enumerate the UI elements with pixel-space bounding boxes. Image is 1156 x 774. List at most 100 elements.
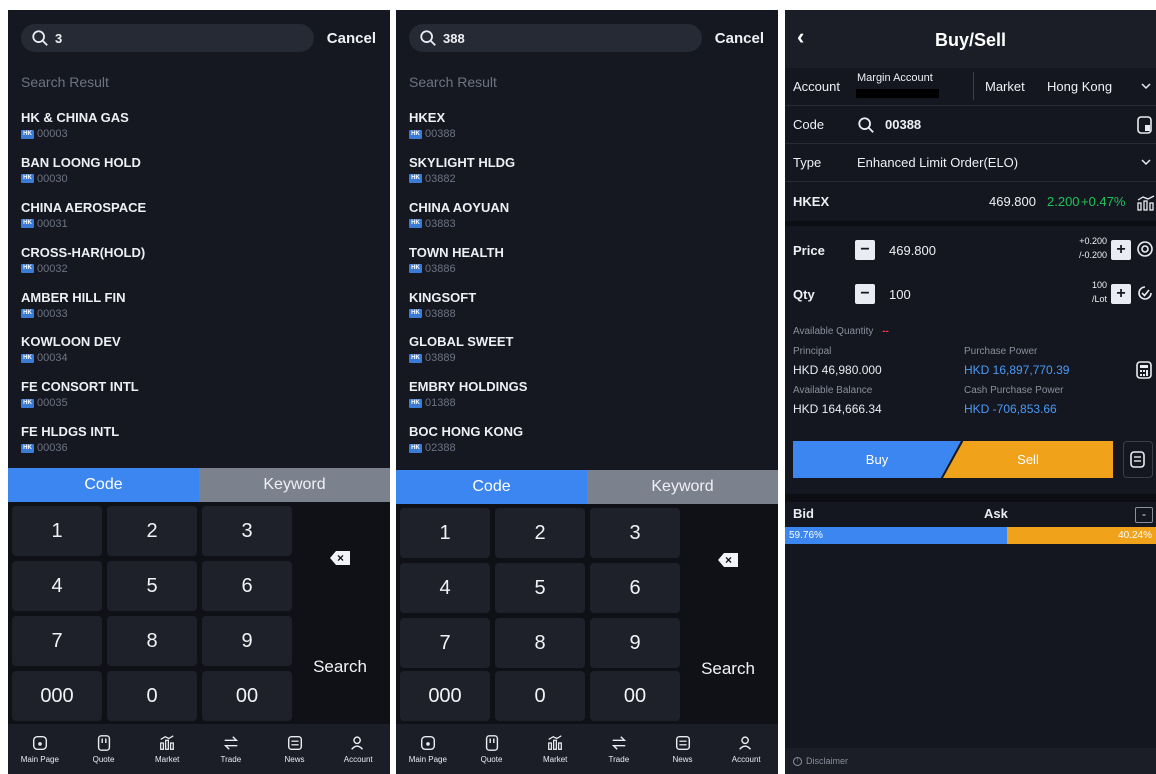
tab-keyword[interactable]: Keyword [587, 470, 778, 504]
price-plus-button[interactable]: + [1111, 240, 1131, 260]
qty-input[interactable]: 100 [889, 287, 911, 302]
key-000[interactable]: 000 [400, 671, 490, 721]
nav-account[interactable]: Account [326, 724, 390, 774]
key-9[interactable]: 9 [202, 616, 292, 666]
search-button[interactable]: Search [296, 614, 384, 720]
key-2[interactable]: 2 [107, 506, 197, 556]
key-4[interactable]: 4 [400, 563, 490, 613]
bottom-nav: Main Page Quote Market Trade News Accoun… [8, 724, 390, 774]
list-item[interactable]: FE CONSORT INTL HK 00035 [21, 379, 371, 424]
order-list-button[interactable] [1123, 441, 1153, 478]
price-minus-button[interactable]: − [855, 240, 875, 260]
key-6[interactable]: 6 [202, 561, 292, 611]
list-item[interactable]: BOC HONG KONG HK 02388 [409, 424, 759, 469]
cancel-button[interactable]: Cancel [715, 30, 764, 47]
calculator-icon[interactable] [1136, 361, 1152, 379]
key-8[interactable]: 8 [107, 616, 197, 666]
stock-code: 00032 [37, 262, 68, 275]
stock-code: 00031 [37, 217, 68, 230]
list-item[interactable]: HKEX HK 00388 [409, 110, 759, 155]
type-row[interactable]: Type Enhanced Limit Order(ELO) [785, 144, 1156, 182]
account-row[interactable]: Account Margin Account Market Hong Kong [785, 68, 1156, 106]
key-8[interactable]: 8 [495, 618, 585, 668]
key-00[interactable]: 00 [202, 671, 292, 721]
key-6[interactable]: 6 [590, 563, 680, 613]
list-item[interactable]: CHINA AOYUAN HK 03883 [409, 200, 759, 245]
nav-quote[interactable]: Quote [72, 724, 136, 774]
chart-icon[interactable] [1137, 195, 1155, 211]
info-icon: ! [793, 756, 802, 766]
key-1[interactable]: 1 [12, 506, 102, 556]
search-button[interactable]: Search [684, 616, 772, 722]
key-4[interactable]: 4 [12, 561, 102, 611]
key-2[interactable]: 2 [495, 508, 585, 558]
nav-market[interactable]: Market [135, 724, 199, 774]
key-7[interactable]: 7 [12, 616, 102, 666]
cancel-button[interactable]: Cancel [327, 30, 376, 47]
list-item[interactable]: EMBRY HOLDINGS HK 01388 [409, 379, 759, 424]
list-item[interactable]: BAN LOONG HOLD HK 00030 [21, 155, 371, 200]
list-item[interactable]: CROSS-HAR(HOLD) HK 00032 [21, 245, 371, 290]
tab-code[interactable]: Code [396, 470, 587, 504]
price-change: 2.200 [1047, 194, 1080, 209]
tab-code[interactable]: Code [8, 468, 199, 502]
stock-code: 01388 [425, 397, 456, 410]
key-3[interactable]: 3 [590, 508, 680, 558]
list-item[interactable]: SKYLIGHT HLDG HK 03882 [409, 155, 759, 200]
nav-trade[interactable]: Trade [199, 724, 263, 774]
qty-plus-button[interactable]: + [1111, 284, 1131, 304]
search-input[interactable]: 3 [21, 24, 314, 52]
key-3[interactable]: 3 [202, 506, 292, 556]
backspace-button[interactable]: × [296, 506, 384, 610]
nav-trade[interactable]: Trade [587, 724, 651, 774]
price-input[interactable]: 469.800 [889, 243, 936, 258]
key-5[interactable]: 5 [107, 561, 197, 611]
list-item[interactable]: KOWLOON DEV HK 00034 [21, 334, 371, 379]
backspace-button[interactable]: × [684, 508, 772, 612]
key-9[interactable]: 9 [590, 618, 680, 668]
list-item[interactable]: GLOBAL SWEET HK 03889 [409, 334, 759, 379]
stock-code: 03888 [425, 307, 456, 320]
nav-news[interactable]: News [263, 724, 327, 774]
qty-minus-button[interactable]: − [855, 284, 875, 304]
stock-code: 02388 [425, 442, 456, 455]
key-0[interactable]: 0 [495, 671, 585, 721]
market-badge: HK [21, 129, 34, 139]
key-00[interactable]: 00 [590, 671, 680, 721]
key-0[interactable]: 0 [107, 671, 197, 721]
market-badge: HK [21, 443, 34, 453]
market-badge: HK [409, 443, 422, 453]
key-5[interactable]: 5 [495, 563, 585, 613]
max-qty-icon[interactable] [1136, 284, 1154, 302]
search-input[interactable]: 388 [409, 24, 702, 52]
nav-label: Quote [480, 755, 503, 764]
nav-market[interactable]: Market [523, 724, 587, 774]
key-1[interactable]: 1 [400, 508, 490, 558]
search-result-header: Search Result [409, 74, 497, 90]
sell-button[interactable]: Sell [943, 441, 1113, 478]
nav-news[interactable]: News [651, 724, 715, 774]
search-result-header: Search Result [21, 74, 109, 90]
list-item[interactable]: CHINA AEROSPACE HK 00031 [21, 200, 371, 245]
target-icon[interactable] [1136, 240, 1154, 258]
stock-code: 00003 [37, 128, 68, 140]
nav-quote[interactable]: Quote [460, 724, 524, 774]
nav-main-page[interactable]: Main Page [396, 724, 460, 774]
tab-keyword[interactable]: Keyword [199, 468, 390, 502]
list-item[interactable]: AMBER HILL FIN HK 00033 [21, 290, 371, 335]
code-row[interactable]: Code 00388 [785, 106, 1156, 144]
buy-button[interactable]: Buy [793, 441, 961, 478]
disclaimer-label: Disclaimer [806, 756, 849, 766]
list-item[interactable]: FE HLDGS INTL HK 00036 [21, 424, 371, 469]
nav-account[interactable]: Account [714, 724, 778, 774]
list-item[interactable]: HK & CHINA GAS HK 00003 [21, 110, 371, 155]
list-item[interactable]: TOWN HEALTH HK 03886 [409, 245, 759, 290]
list-item[interactable]: KINGSOFT HK 03888 [409, 290, 759, 335]
collapse-button[interactable]: - [1135, 507, 1153, 523]
stock-list-icon[interactable] [1137, 116, 1153, 134]
disclaimer-bar[interactable]: ! Disclaimer [785, 748, 1156, 774]
key-7[interactable]: 7 [400, 618, 490, 668]
nav-main-page[interactable]: Main Page [8, 724, 72, 774]
news-icon [675, 735, 690, 751]
key-000[interactable]: 000 [12, 671, 102, 721]
